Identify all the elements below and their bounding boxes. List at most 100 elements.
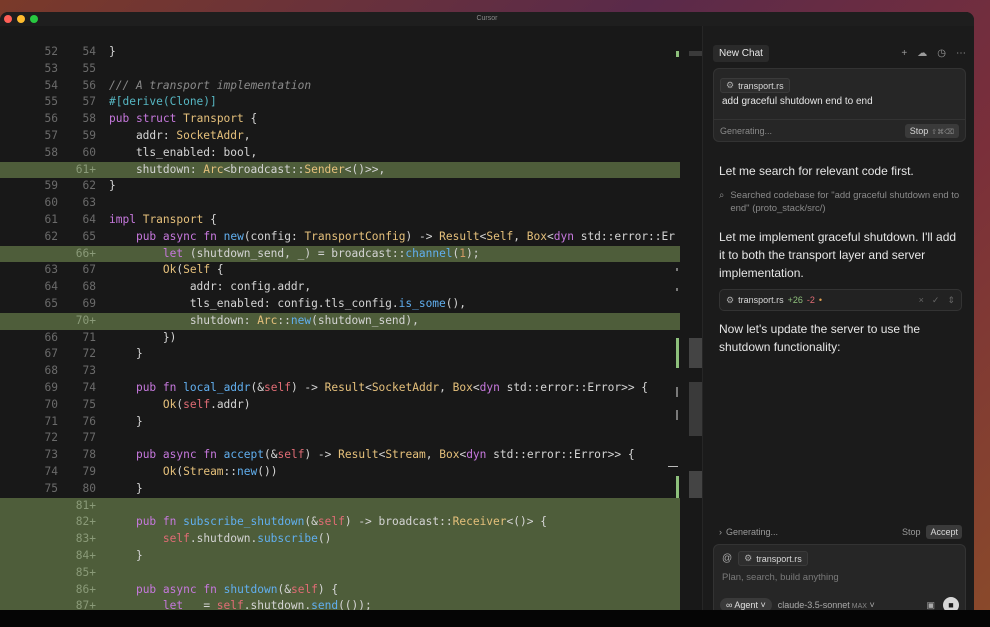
code-line[interactable]: 71 76 }	[0, 414, 680, 431]
old-line-number: 57	[44, 129, 58, 142]
new-line-number: 86+	[75, 582, 96, 596]
new-line-number: 85+	[75, 565, 96, 579]
at-mention-icon[interactable]: @	[722, 553, 732, 564]
added-code-line[interactable]: 70+ shutdown: Arc::new(shutdown_send),	[0, 312, 680, 330]
assistant-message: Now let's update the server to use the s…	[719, 322, 921, 354]
code-line[interactable]: 61 64 impl Transport {	[0, 212, 680, 229]
image-icon[interactable]: ▣	[926, 600, 935, 611]
composer-toolbar: ∞ Agent ˅ claude-3.5-sonnet MAX ˅ ▣ ■	[720, 597, 959, 610]
generating-status: Generating...	[720, 125, 773, 136]
added-code-line[interactable]: 84+ }	[0, 548, 680, 565]
old-line-number: 56	[44, 112, 58, 126]
composer-actions: ▣ ■	[926, 597, 959, 610]
history-icon[interactable]: ◷	[937, 48, 946, 59]
rust-file-icon: ⚙	[726, 80, 735, 90]
code-line[interactable]: 60 63	[0, 195, 680, 212]
file-change-summary[interactable]: ⚙ transport.rs +26 -2 • × ✓ ⇕	[719, 289, 962, 311]
new-line-number: 67	[82, 263, 96, 277]
chevron-right-icon[interactable]: ›	[719, 527, 722, 537]
old-line-number: 52	[44, 45, 58, 58]
old-line-number: 73	[44, 448, 58, 462]
old-line-number: 69	[44, 381, 58, 394]
stop-button[interactable]: Stop ⇧⌘⌫	[904, 123, 959, 138]
accept-button[interactable]: Accept	[926, 525, 962, 539]
assistant-message: Let me implement graceful shutdown. I'll…	[719, 230, 957, 280]
code-line[interactable]: 58 60 tls_enabled: bool,	[0, 145, 680, 162]
new-line-number: 79	[82, 465, 96, 478]
new-line-number: 69	[82, 297, 96, 310]
code-line[interactable]: 54 56 /// A transport implementation	[0, 78, 680, 95]
tab-new-chat[interactable]: New Chat	[713, 44, 769, 62]
added-code-line[interactable]: 83+ self.shutdown.subscribe()	[0, 531, 680, 548]
mode-label: Agent	[734, 600, 758, 610]
rust-file-icon: ⚙	[744, 553, 753, 563]
expand-icon[interactable]: ⇕	[947, 295, 955, 306]
new-line-number: 87+	[75, 599, 96, 610]
old-line-number: 75	[44, 481, 58, 495]
code-line[interactable]: 65 69 tls_enabled: config.tls_config.is_s…	[0, 296, 680, 313]
code-line[interactable]: 75 80 }	[0, 481, 680, 498]
added-code-line[interactable]: 86+ pub async fn shutdown(&self) {	[0, 581, 680, 599]
cloud-icon[interactable]: ☁	[917, 48, 927, 59]
code-line[interactable]: 62 65 pub async fn new(config: TransportC…	[0, 229, 680, 246]
code-line[interactable]: 55 57 #[derive(Clone)]	[0, 94, 680, 111]
code-line[interactable]: 53 55	[0, 61, 680, 78]
added-code-line[interactable]: 87+ let _ = self.shutdown.send(());	[0, 598, 680, 610]
search-result-note[interactable]: ⌕ Searched codebase for "add graceful sh…	[719, 189, 962, 215]
user-prompt: add graceful shutdown end to end	[722, 96, 873, 107]
overview-ruler-mark	[676, 51, 679, 57]
added-code-line[interactable]: 85+	[0, 564, 680, 582]
code-text: let (shutdown_send, _) = broadcast::chan…	[162, 246, 480, 260]
send-button[interactable]: ■	[943, 597, 959, 610]
code-line[interactable]: 63 67 Ok(Self {	[0, 262, 680, 279]
reject-icon[interactable]: ×	[919, 295, 924, 306]
code-line[interactable]: 59 62}	[0, 178, 680, 195]
added-code-line[interactable]: 66+ let (shutdown_send, _) = broadcast::…	[0, 245, 680, 263]
code-text: pub struct Transport {	[109, 112, 258, 126]
composer-context-row: @ ⚙ transport.rs	[722, 551, 808, 566]
code-text: addr: SocketAddr,	[109, 129, 251, 142]
mode-selector[interactable]: ∞ Agent ˅	[720, 598, 772, 610]
more-icon[interactable]: ⋯	[956, 48, 966, 59]
added-code-line[interactable]: 81+	[0, 497, 680, 515]
old-line-number: 70	[44, 397, 58, 411]
new-line-number: 58	[82, 112, 96, 126]
code-text: }	[109, 481, 143, 495]
code-line[interactable]: 69 74 pub fn local_addr(&self) -> Result<…	[0, 380, 680, 397]
stop-generating-button[interactable]: Stop	[902, 527, 921, 537]
plus-icon[interactable]: +	[901, 48, 907, 59]
overview-ruler-mark	[676, 268, 678, 271]
lines-removed: -2	[806, 295, 815, 305]
code-line[interactable]: 72 77	[0, 430, 680, 447]
new-line-number: 65	[82, 229, 96, 243]
file-context-chip[interactable]: ⚙ transport.rs	[720, 78, 790, 93]
code-text: impl Transport {	[109, 213, 217, 226]
code-editor[interactable]: 52 54} 53 55 54 56 /// A transport implementat…	[0, 26, 702, 610]
new-line-number: 54	[82, 45, 96, 58]
code-line[interactable]: 68 73	[0, 363, 680, 380]
title-bar: Cursor	[0, 12, 974, 26]
code-line[interactable]: 66 71 })	[0, 330, 680, 347]
chat-sidebar: New Chat + ☁ ◷ ⋯ ⚙ transport.rs add grac…	[702, 26, 974, 610]
added-code-line[interactable]: 82+ pub fn subscribe_shutdown(&self) -> …	[0, 514, 680, 532]
old-line-number: 53	[44, 61, 58, 75]
code-text: }	[109, 414, 143, 428]
code-line[interactable]: 57 59 addr: SocketAddr,	[0, 128, 680, 145]
code-line[interactable]: 64 68 addr: config.addr,	[0, 279, 680, 296]
code-line[interactable]: 52 54}	[0, 44, 680, 61]
code-line[interactable]: 56 58 pub struct Transport {	[0, 111, 680, 128]
code-line[interactable]: 74 79 Ok(Stream::new())	[0, 464, 680, 481]
composer-file-chip[interactable]: ⚙ transport.rs	[738, 551, 808, 566]
composer-input[interactable]: Plan, search, build anything	[722, 572, 839, 583]
chat-composer[interactable]: @ ⚙ transport.rs Plan, search, build any…	[713, 544, 966, 610]
code-line[interactable]: 70 75 Ok(self.addr)	[0, 397, 680, 414]
code-line[interactable]: 73 78 pub async fn accept(&self) -> Resul…	[0, 447, 680, 464]
old-line-number: 55	[44, 95, 58, 109]
new-line-number: 76	[82, 414, 96, 428]
new-line-number: 63	[82, 196, 96, 210]
accept-icon[interactable]: ✓	[932, 295, 940, 306]
code-text: }	[109, 45, 116, 58]
added-code-line[interactable]: 61+ shutdown: Arc<broadcast::Sender<()>>…	[0, 161, 680, 179]
model-selector[interactable]: claude-3.5-sonnet MAX ˅	[778, 600, 875, 610]
code-line[interactable]: 67 72 }	[0, 346, 680, 363]
